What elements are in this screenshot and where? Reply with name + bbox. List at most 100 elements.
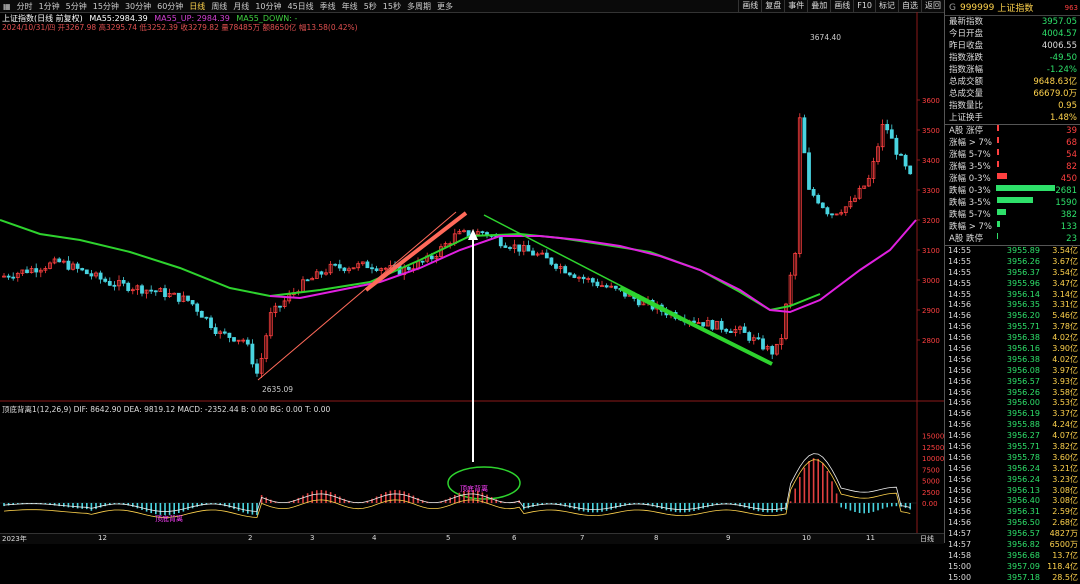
updown-row: 涨幅 3-5% 82: [945, 161, 1080, 173]
tick-list[interactable]: 14:55 3955.89 3.54亿 14:55 3956.26 3.67亿 14:55 3…: [945, 245, 1080, 584]
price-axis: 3600 3500 3400 3300 3200 3100 3000 2900 2800: [917, 97, 940, 345]
tick-row: 14:57 3956.57 4827万: [945, 529, 1080, 540]
macd-bar: [891, 503, 893, 507]
candle-body: [480, 231, 485, 234]
macd-bar: [780, 503, 783, 512]
macd-axis: 15000 12500 10000 7500 5000 2500 0.00: [922, 433, 944, 509]
candle-body: [199, 310, 204, 318]
kline-chart[interactable]: 2635.09 3674.40 3600 3500 3400 3300 3200 3100…: [0, 0, 944, 533]
tick-time: 14:56: [948, 387, 972, 397]
macd-bar: [237, 503, 240, 511]
tick-volume: 3.97亿: [1052, 365, 1078, 375]
tick-time: 15:00: [948, 572, 972, 582]
macd-bar: [895, 503, 898, 507]
quote-row-value: 4006.55: [1041, 41, 1077, 51]
price-tick: 3300: [922, 187, 940, 195]
quote-row: 昨日收盘 4006.55: [945, 40, 1080, 52]
macd-bar: [656, 503, 658, 508]
tick-price: 3956.35: [1006, 300, 1040, 310]
candle-body: [250, 343, 255, 365]
candle-body: [526, 245, 531, 252]
macd-bar: [904, 503, 907, 508]
quote-row-label: 指数涨跌: [949, 53, 984, 63]
tick-time: 14:56: [948, 398, 972, 408]
macd-tick: 0.00: [922, 500, 938, 508]
tick-price: 3956.68: [1006, 550, 1040, 560]
macd-bar: [155, 503, 157, 515]
candle-body: [121, 280, 126, 284]
quote-row: 最新指数 3957.05: [945, 16, 1080, 28]
tick-volume: 3.08亿: [1052, 485, 1078, 495]
date-11: 11: [866, 534, 875, 542]
tick-volume: 4.24亿: [1052, 420, 1078, 430]
candle-body: [498, 237, 503, 247]
date-6: 6: [512, 534, 517, 542]
tick-time: 14:57: [948, 529, 972, 539]
tick-volume: 13.7亿: [1052, 550, 1078, 560]
tick-time: 14:56: [948, 409, 972, 419]
candle-body: [333, 263, 338, 266]
macd-bar: [67, 503, 70, 508]
candle-body: [140, 285, 144, 294]
candle-body: [84, 269, 89, 275]
updown-value: 82: [1066, 162, 1077, 172]
tick-time: 14:56: [948, 344, 972, 354]
tick-row: 14:56 3956.16 3.90亿: [945, 344, 1080, 355]
tick-volume: 2.68亿: [1052, 518, 1078, 528]
tick-volume: 3.14亿: [1052, 289, 1078, 299]
candle-body: [816, 194, 821, 204]
macd-bar: [766, 503, 769, 513]
tick-volume: 6500万: [1049, 540, 1078, 550]
tick-row: 14:56 3956.20 5.46亿: [945, 311, 1080, 322]
updown-row: 跌幅 0-3% 2681: [945, 185, 1080, 197]
quote-row-value: 0.95: [1058, 101, 1077, 111]
candle-body: [581, 276, 586, 280]
candle-body: [34, 268, 39, 273]
candle-body: [11, 276, 16, 279]
tick-row: 14:58 3956.68 13.7亿: [945, 551, 1080, 562]
macd-bar: [803, 467, 806, 503]
macd-bar: [233, 503, 235, 510]
macd-bar: [320, 489, 323, 503]
tick-price: 3955.88: [1006, 420, 1040, 430]
macd-bar: [799, 477, 801, 503]
tick-row: 14:56 3956.24 3.23亿: [945, 475, 1080, 486]
tick-volume: 4.07亿: [1052, 431, 1078, 441]
candle-body: [807, 152, 811, 190]
macd-bar: [610, 503, 612, 510]
candle-body: [370, 267, 374, 270]
tick-row: 14:56 3956.08 3.97亿: [945, 366, 1080, 377]
macd-bar: [173, 503, 175, 515]
candle-body: [811, 189, 816, 196]
macd-bar: [596, 503, 599, 513]
macd-bar: [63, 503, 65, 507]
candle-body: [337, 264, 342, 269]
tick-time: 14:56: [948, 300, 972, 310]
macd-bar: [909, 503, 911, 510]
macd-bar: [670, 503, 672, 512]
macd-tick: 5000: [922, 478, 940, 486]
tick-row: 14:56 3956.31 2.59亿: [945, 507, 1080, 518]
high-price-label: 3674.40: [810, 33, 841, 42]
macd-bar: [845, 503, 847, 509]
tick-row: 14:56 3955.71 3.82亿: [945, 442, 1080, 453]
macd-signal-label-1: 顶底背离: [460, 484, 488, 493]
tick-row: 14:56 3956.00 3.53亿: [945, 398, 1080, 409]
tick-price: 3956.24: [1006, 474, 1040, 484]
price-tick: 3400: [922, 157, 940, 165]
candle-body: [319, 271, 324, 275]
macd-bar: [615, 503, 617, 509]
candle-body: [153, 290, 158, 293]
date-9: 9: [726, 534, 731, 542]
tick-volume: 3.67亿: [1052, 256, 1078, 266]
updown-value: 133: [1060, 222, 1077, 232]
tick-price: 3955.71: [1006, 442, 1040, 452]
candle-body: [163, 288, 167, 298]
candle-body: [761, 338, 765, 350]
updown-bar: [997, 161, 999, 167]
updown-bar: [997, 233, 998, 239]
macd-bar: [776, 503, 778, 512]
updown-bar: [997, 173, 1007, 179]
updown-label: 跌幅 5-7%: [949, 210, 991, 220]
tick-row: 14:55 3955.96 3.47亿: [945, 279, 1080, 290]
